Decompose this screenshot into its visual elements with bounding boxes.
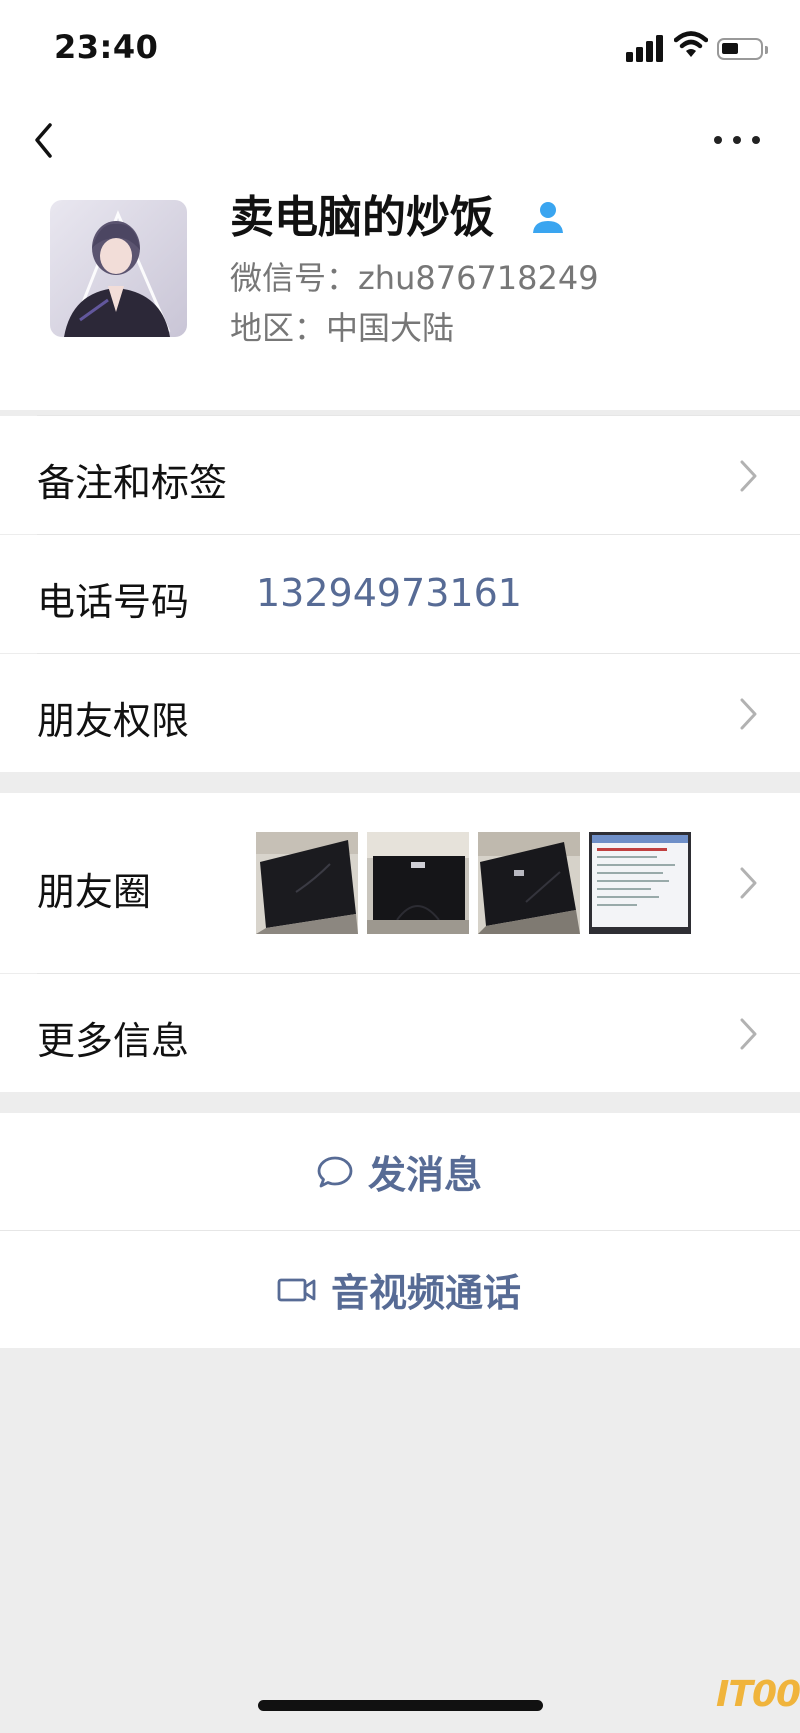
battery-icon (717, 38, 768, 60)
moments-thumbnail[interactable] (256, 832, 358, 934)
wechat-id: 微信号：zhu876718249 (230, 259, 599, 297)
battery-level (722, 43, 738, 54)
contact-name: 卖电脑的炒饭 (230, 192, 494, 243)
moments-thumbnail[interactable] (589, 832, 691, 934)
wifi-icon (674, 31, 708, 57)
moments-thumbnail[interactable] (478, 832, 580, 934)
more-info-row[interactable]: 更多信息 (0, 974, 800, 1092)
chevron-right-icon (740, 460, 757, 492)
chevron-right-icon (740, 698, 757, 730)
more-info-label: 更多信息 (37, 1019, 190, 1063)
chevron-right-icon (740, 867, 757, 899)
back-arrow-icon[interactable] (30, 120, 70, 162)
send-message-label: 发消息 (368, 1153, 483, 1197)
watermark-logo: IT007 (716, 1674, 800, 1715)
friend-permissions-label: 朋友权限 (37, 699, 190, 743)
status-time: 23:40 (54, 28, 159, 66)
audio-video-call-button[interactable]: 音视频通话 (0, 1231, 800, 1348)
nav-bar (0, 110, 800, 170)
cellular-signal-icon (626, 34, 666, 62)
region: 地区：中国大陆 (230, 309, 455, 347)
friend-permissions-row[interactable]: 朋友权限 (0, 654, 800, 772)
remarks-tags-row[interactable]: 备注和标签 (0, 416, 800, 534)
video-camera-icon (277, 1278, 316, 1301)
phone-number-link[interactable]: 13294973161 (256, 571, 522, 615)
remarks-tags-label: 备注和标签 (37, 461, 228, 505)
send-message-button[interactable]: 发消息 (0, 1113, 800, 1230)
phone-label: 电话号码 (37, 580, 190, 624)
moments-thumbnail[interactable] (367, 832, 469, 934)
phone-row: 电话号码 13294973161 (0, 535, 800, 653)
chevron-right-icon (740, 1018, 757, 1050)
avatar[interactable] (50, 200, 187, 337)
more-dots-icon[interactable] (712, 124, 762, 154)
chat-bubble-icon (317, 1156, 353, 1187)
moments-label: 朋友圈 (37, 870, 152, 914)
home-indicator (258, 1700, 543, 1711)
status-bar: 23:40 (0, 0, 800, 96)
audio-video-call-label: 音视频通话 (331, 1271, 522, 1315)
contact-icon (533, 202, 563, 233)
